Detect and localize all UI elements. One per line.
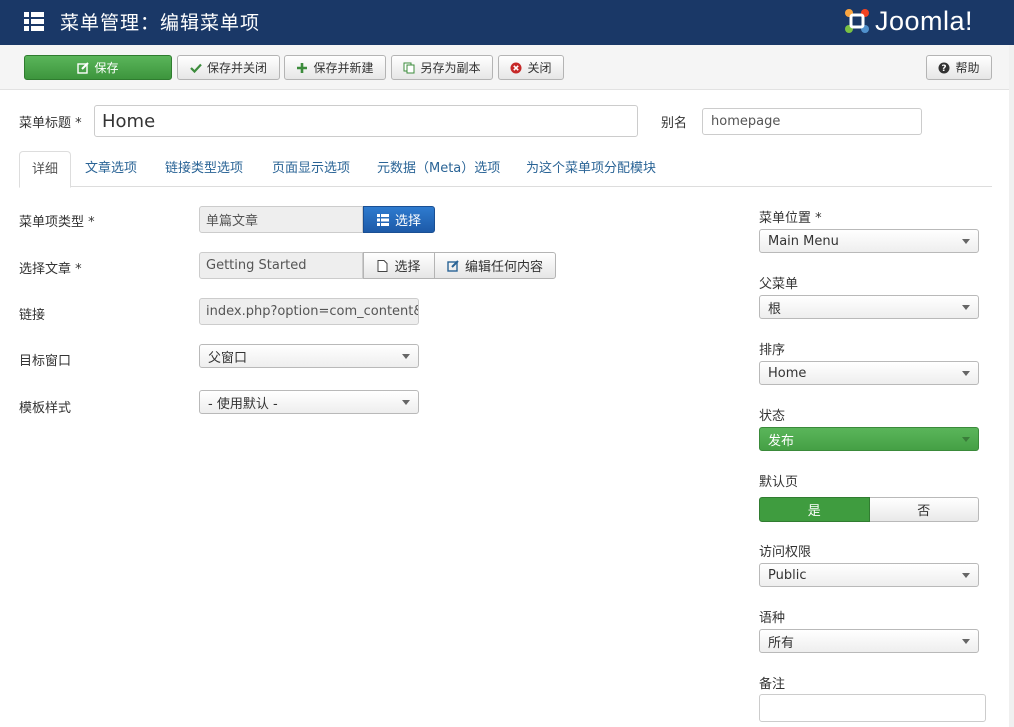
cancel-icon bbox=[510, 62, 522, 73]
svg-text:?: ? bbox=[942, 64, 947, 74]
tab-metadata-options[interactable]: 元数据（Meta）选项 bbox=[377, 151, 500, 187]
chevron-down-icon bbox=[402, 354, 410, 359]
admin-header: 菜单管理：编辑菜单项 Joomla! bbox=[0, 0, 1014, 45]
tab-article-options[interactable]: 文章选项 bbox=[85, 151, 137, 187]
title-label: 菜单标题 * bbox=[19, 116, 82, 131]
copy-icon bbox=[403, 62, 415, 73]
ordering-select[interactable]: Home bbox=[759, 361, 979, 385]
save-close-button[interactable]: 保存并关闭 bbox=[177, 55, 280, 80]
close-button[interactable]: 关闭 bbox=[498, 55, 564, 80]
select-type-button[interactable]: 选择 bbox=[363, 206, 435, 233]
target-window-select[interactable]: 父窗口 bbox=[199, 344, 419, 368]
access-value: Public bbox=[768, 567, 807, 583]
tab-details[interactable]: 详细 bbox=[19, 151, 72, 188]
select-article-button[interactable]: 选择 bbox=[363, 252, 435, 279]
save-copy-button[interactable]: 另存为副本 bbox=[391, 55, 493, 80]
chevron-down-icon bbox=[962, 239, 970, 244]
edit-icon bbox=[447, 259, 459, 272]
list-icon bbox=[376, 213, 389, 226]
menu-item-type-field: 单篇文章 bbox=[199, 206, 363, 233]
help-button[interactable]: ? 帮助 bbox=[926, 55, 992, 80]
checkmark-icon bbox=[190, 63, 202, 73]
tab-module-assignment[interactable]: 为这个菜单项分配模块 bbox=[526, 151, 656, 187]
ordering-value: Home bbox=[768, 365, 807, 381]
default-page-label: 默认页 bbox=[759, 475, 799, 490]
toolbar: 保存 保存并关闭 保存并新建 另存为副本 关闭 ? 帮助 bbox=[0, 45, 1014, 90]
page-title: 菜单管理：编辑菜单项 bbox=[60, 12, 261, 34]
save-new-button[interactable]: 保存并新建 bbox=[284, 55, 386, 80]
tab-page-display-options[interactable]: 页面显示选项 bbox=[272, 151, 350, 187]
joomla-logo-text: Joomla! bbox=[875, 5, 974, 36]
template-style-value: - 使用默认 - bbox=[208, 396, 278, 412]
default-yes-option[interactable]: 是 bbox=[759, 497, 870, 522]
save-button[interactable]: 保存 bbox=[24, 55, 172, 80]
save-close-label: 保存并关闭 bbox=[206, 61, 267, 75]
access-select[interactable]: Public bbox=[759, 563, 979, 587]
parent-item-label: 父菜单 bbox=[759, 277, 799, 292]
menu-location-label: 菜单位置 * bbox=[759, 211, 822, 226]
parent-item-select[interactable]: 根 bbox=[759, 295, 979, 319]
default-no-option[interactable]: 否 bbox=[869, 497, 979, 522]
chevron-down-icon bbox=[962, 437, 970, 442]
menu-item-type-label: 菜单项类型 * bbox=[19, 215, 95, 230]
language-value: 所有 bbox=[768, 635, 795, 651]
chevron-down-icon bbox=[402, 400, 410, 405]
plus-icon bbox=[297, 62, 308, 73]
target-window-label: 目标窗口 bbox=[19, 354, 72, 369]
chevron-down-icon bbox=[962, 305, 970, 310]
alias-label: 别名 bbox=[661, 116, 688, 131]
select-type-label: 选择 bbox=[394, 214, 421, 229]
menu-location-select[interactable]: Main Menu bbox=[759, 229, 979, 253]
select-article-label-text: 选择 bbox=[394, 260, 421, 275]
file-icon bbox=[377, 259, 388, 272]
link-field: index.php?option=com_content&view=articl… bbox=[199, 298, 419, 325]
access-label: 访问权限 bbox=[759, 545, 812, 560]
link-label: 链接 bbox=[19, 308, 46, 323]
menu-location-value: Main Menu bbox=[768, 233, 839, 249]
help-label: 帮助 bbox=[955, 61, 980, 75]
template-style-select[interactable]: - 使用默认 - bbox=[199, 390, 419, 414]
chevron-down-icon bbox=[962, 573, 970, 578]
title-input[interactable]: Home bbox=[94, 105, 638, 137]
tab-link-type-options[interactable]: 链接类型选项 bbox=[165, 151, 243, 187]
edit-article-button[interactable]: 编辑任何内容 bbox=[434, 252, 556, 279]
parent-item-value: 根 bbox=[768, 301, 782, 317]
chevron-down-icon bbox=[962, 639, 970, 644]
status-value: 发布 bbox=[768, 433, 795, 449]
language-label: 语种 bbox=[759, 611, 786, 626]
ordering-label: 排序 bbox=[759, 343, 786, 358]
language-select[interactable]: 所有 bbox=[759, 629, 979, 653]
joomla-logo-icon bbox=[845, 9, 869, 33]
article-field: Getting Started bbox=[199, 252, 363, 279]
edit-article-label: 编辑任何内容 bbox=[464, 260, 543, 275]
template-style-label: 模板样式 bbox=[19, 401, 72, 416]
status-label: 状态 bbox=[759, 409, 786, 424]
close-label: 关闭 bbox=[527, 61, 552, 75]
select-article-label: 选择文章 * bbox=[19, 262, 82, 277]
scrollbar[interactable] bbox=[1009, 45, 1014, 727]
default-page-toggle: 是 否 bbox=[759, 497, 979, 522]
status-select[interactable]: 发布 bbox=[759, 427, 979, 451]
edit-icon bbox=[77, 61, 90, 74]
save-label: 保存 bbox=[94, 61, 119, 75]
note-input[interactable] bbox=[759, 694, 986, 722]
alias-input[interactable]: homepage bbox=[702, 108, 922, 135]
tab-bar: 详细 文章选项 链接类型选项 页面显示选项 元数据（Meta）选项 为这个菜单项… bbox=[19, 151, 992, 188]
question-icon: ? bbox=[938, 62, 950, 74]
chevron-down-icon bbox=[962, 371, 970, 376]
joomla-logo[interactable]: Joomla! bbox=[842, 4, 973, 38]
list-menu-icon bbox=[24, 12, 44, 31]
save-new-label: 保存并新建 bbox=[313, 61, 374, 75]
target-window-value: 父窗口 bbox=[208, 350, 248, 366]
note-label: 备注 bbox=[759, 677, 786, 692]
save-copy-label: 另存为副本 bbox=[420, 61, 481, 75]
